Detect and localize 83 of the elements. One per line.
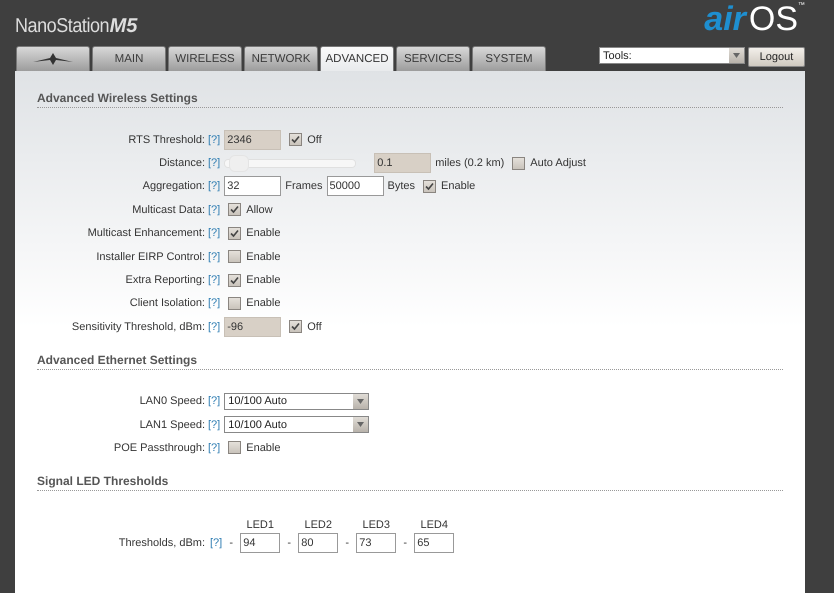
checkbox-label: Off bbox=[307, 134, 322, 146]
checkbox-label: Enable bbox=[246, 297, 280, 310]
help-link[interactable]: [?] bbox=[208, 180, 220, 192]
speed-dropdown[interactable]: 10/100 Auto bbox=[224, 416, 370, 434]
checkbox[interactable] bbox=[289, 320, 302, 334]
dash-separator: - bbox=[402, 536, 408, 549]
unit-label: miles (0.2 km) bbox=[435, 157, 504, 170]
caret-icon bbox=[353, 394, 368, 409]
checkbox[interactable] bbox=[228, 296, 242, 310]
help-link[interactable]: [?] bbox=[208, 227, 220, 240]
help-link[interactable]: [?] bbox=[208, 320, 220, 333]
field-label: POE Passthrough: bbox=[112, 442, 205, 454]
checkbox-label: Enable bbox=[246, 274, 280, 286]
nav-tab[interactable]: SERVICES bbox=[396, 46, 470, 71]
nav-tab[interactable]: SYSTEM bbox=[472, 46, 546, 71]
dash-separator: - bbox=[228, 536, 234, 549]
input-field[interactable]: 80 bbox=[298, 532, 338, 553]
checkbox[interactable] bbox=[228, 203, 242, 216]
field-label: Multicast Enhancement: bbox=[86, 227, 205, 240]
nav-tab[interactable]: ADVANCED bbox=[320, 46, 394, 71]
input-field[interactable]: 94 bbox=[240, 532, 280, 553]
caret-icon bbox=[729, 48, 744, 63]
product-name: NanoStation bbox=[15, 15, 110, 38]
help-link[interactable]: [?] bbox=[208, 274, 220, 286]
dash-separator: - bbox=[286, 536, 292, 549]
field-label: Installer EIRP Control: bbox=[95, 250, 205, 263]
field-label: Thresholds, dBm: bbox=[118, 536, 205, 549]
field-label: LAN1 Speed: bbox=[138, 418, 205, 431]
led-label: LED2 bbox=[303, 518, 333, 531]
help-link[interactable]: [?] bbox=[208, 395, 220, 408]
unit-label: Frames bbox=[285, 180, 323, 192]
field-label: Extra Reporting: bbox=[124, 274, 205, 286]
checkbox[interactable] bbox=[228, 274, 242, 287]
home-tab[interactable] bbox=[16, 46, 90, 71]
logout-button[interactable]: Logout bbox=[748, 47, 805, 67]
field-label: RTS Threshold: bbox=[127, 134, 205, 146]
field-label: Sensitivity Threshold, dBm: bbox=[70, 320, 205, 333]
section-title: Advanced Wireless Settings bbox=[37, 91, 783, 108]
input-field[interactable]: 32 bbox=[224, 176, 282, 196]
help-link[interactable]: [?] bbox=[208, 134, 220, 146]
unit-label: Bytes bbox=[388, 180, 416, 192]
nav-tab[interactable]: WIRELESS bbox=[168, 46, 242, 71]
field-label: Aggregation: bbox=[142, 180, 205, 192]
help-link[interactable]: [?] bbox=[208, 250, 220, 263]
checkbox-label: Enable bbox=[246, 227, 280, 240]
checkbox[interactable] bbox=[228, 250, 242, 264]
checkbox-label: Enable bbox=[246, 250, 280, 263]
field-label: Distance: bbox=[158, 157, 205, 170]
field-label: LAN0 Speed: bbox=[138, 395, 205, 408]
help-link[interactable]: [?] bbox=[208, 442, 220, 454]
help-link[interactable]: [?] bbox=[208, 204, 220, 216]
checkbox[interactable] bbox=[512, 156, 526, 170]
field-label: Multicast Data: bbox=[131, 204, 205, 216]
input-field[interactable]: 65 bbox=[414, 532, 454, 553]
antenna-logo-icon bbox=[33, 53, 73, 65]
checkbox[interactable] bbox=[228, 226, 242, 240]
input-field[interactable]: 73 bbox=[356, 532, 396, 553]
checkbox-label: Allow bbox=[246, 204, 273, 216]
field-label: Client Isolation: bbox=[128, 297, 205, 310]
dash-separator: - bbox=[344, 536, 350, 549]
help-link[interactable]: [?] bbox=[208, 297, 220, 310]
led-label: LED4 bbox=[419, 518, 449, 531]
nav-tab[interactable]: MAIN bbox=[92, 46, 166, 71]
help-link[interactable]: [?] bbox=[208, 418, 220, 431]
section-title: Advanced Ethernet Settings bbox=[37, 352, 783, 370]
led-label: LED3 bbox=[361, 518, 391, 531]
input-field[interactable]: 50000 bbox=[326, 176, 384, 196]
help-link[interactable]: [?] bbox=[210, 536, 222, 549]
checkbox-label: Enable bbox=[246, 442, 280, 454]
speed-dropdown[interactable]: 10/100 Auto bbox=[224, 392, 370, 410]
checkbox[interactable] bbox=[423, 180, 436, 193]
tools-dropdown[interactable]: Tools: bbox=[599, 47, 745, 64]
caret-icon bbox=[353, 417, 368, 432]
model-name: M5 bbox=[110, 15, 138, 38]
checkbox-label: Enable bbox=[441, 180, 476, 192]
led-label: LED1 bbox=[245, 518, 275, 531]
section-title: Signal LED Thresholds bbox=[37, 474, 783, 491]
checkbox[interactable] bbox=[228, 441, 242, 454]
nav-tab[interactable]: NETWORK bbox=[244, 46, 318, 71]
checkbox-label: Off bbox=[307, 320, 322, 333]
checkbox-label: Auto Adjust bbox=[530, 157, 586, 170]
checkbox[interactable] bbox=[289, 133, 302, 146]
help-link[interactable]: [?] bbox=[208, 157, 220, 170]
